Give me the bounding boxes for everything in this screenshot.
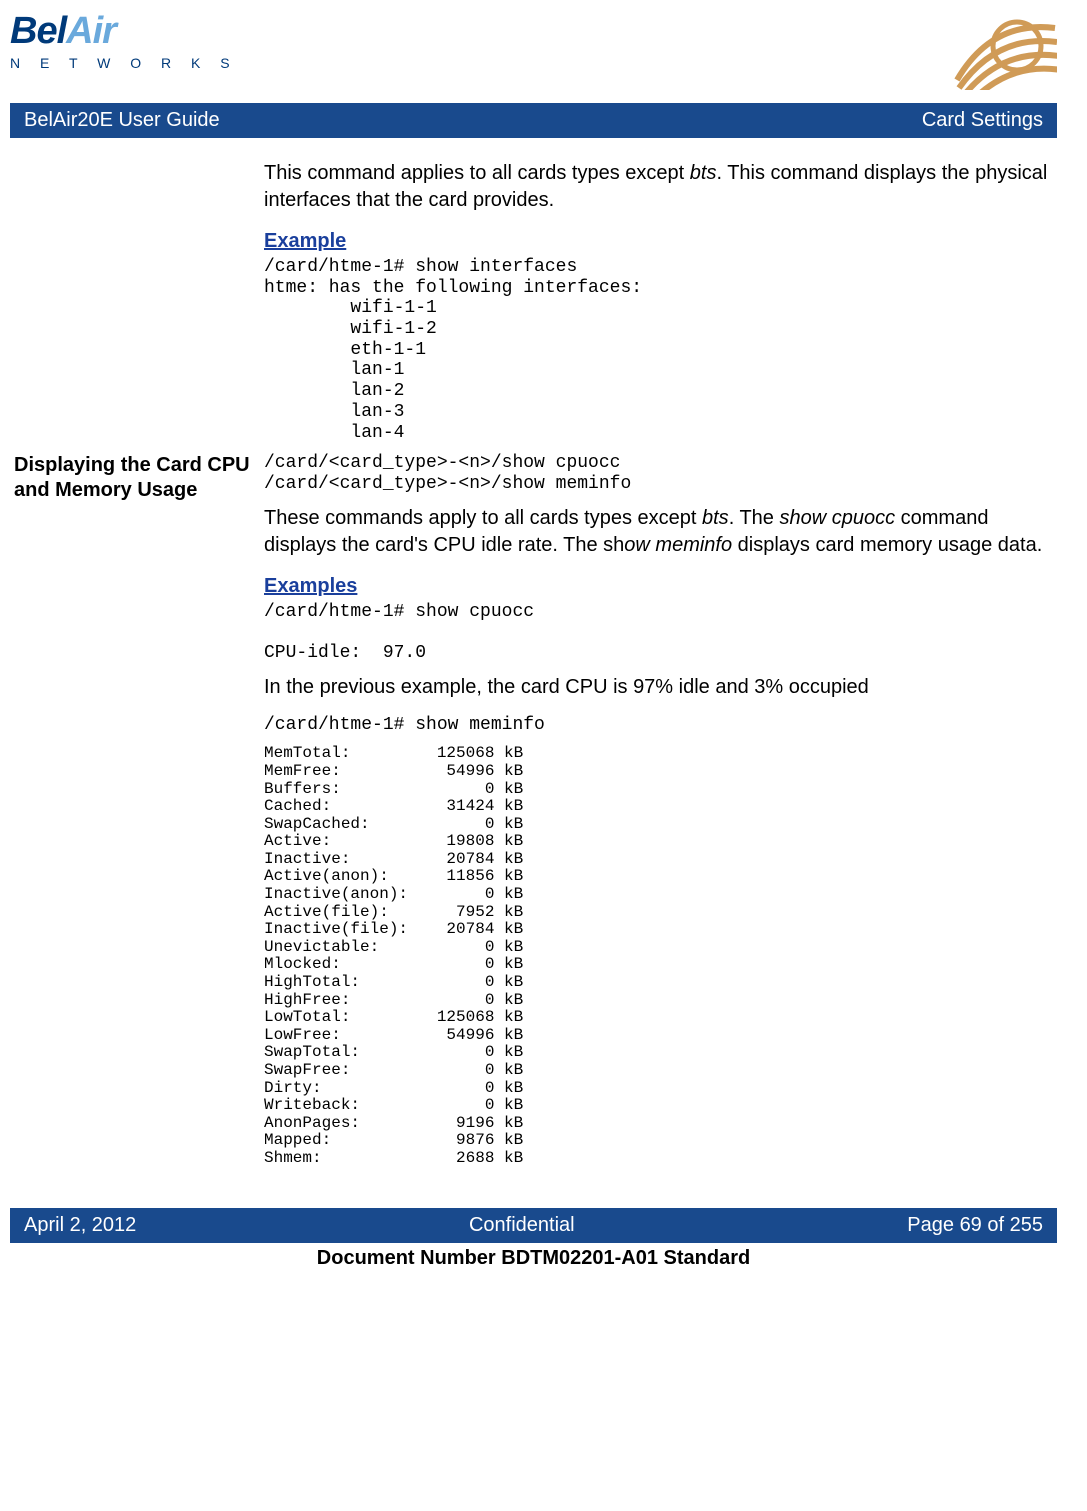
section-title: Card Settings xyxy=(922,109,1043,132)
example-heading-1: Example xyxy=(264,228,1057,255)
footer-date: April 2, 2012 xyxy=(24,1214,136,1237)
example1-code: /card/htme-1# show interfaces htme: has … xyxy=(264,257,1057,443)
footer-banner: April 2, 2012 Confidential Page 69 of 25… xyxy=(10,1208,1057,1243)
intro-main: This command applies to all cards types … xyxy=(264,156,1057,453)
syntax-code: /card/<card_type>-<n>/show cpuocc /card/… xyxy=(264,453,1057,494)
s2-pre: These commands apply to all cards types … xyxy=(264,507,702,529)
logo-wordmark: BelAir xyxy=(10,10,238,53)
section2-block: Displaying the Card CPU and Memory Usage… xyxy=(10,453,1057,1177)
logo-sub: N E T W O R K S xyxy=(10,55,238,71)
intro-pre: This command applies to all cards types … xyxy=(264,162,690,184)
logo-part1: Bel xyxy=(10,10,66,53)
footer-confidential: Confidential xyxy=(469,1214,575,1237)
swirl-icon xyxy=(937,10,1057,95)
s2-post: displays card memory usage data. xyxy=(732,534,1042,556)
logo: BelAir N E T W O R K S xyxy=(10,10,238,71)
page-header: BelAir N E T W O R K S xyxy=(10,0,1057,103)
ex2-para: In the previous example, the card CPU is… xyxy=(264,674,1057,701)
title-banner: BelAir20E User Guide Card Settings xyxy=(10,103,1057,138)
s2-meminfo: ow meminfo xyxy=(624,534,732,556)
intro-bts: bts xyxy=(690,162,717,184)
ex2-code2: /card/htme-1# show meminfo xyxy=(264,715,1057,736)
section2-main: /card/<card_type>-<n>/show cpuocc /card/… xyxy=(264,453,1057,1177)
section2-para: These commands apply to all cards types … xyxy=(264,505,1057,559)
intro-block: This command applies to all cards types … xyxy=(10,156,1057,453)
examples-heading: Examples xyxy=(264,573,1057,600)
s2-mid1: . The xyxy=(729,507,780,529)
ex2-code3: MemTotal: 125068 kB MemFree: 54996 kB Bu… xyxy=(264,745,1057,1167)
logo-part2: Air xyxy=(66,10,116,53)
intro-text: This command applies to all cards types … xyxy=(264,160,1057,214)
document-number: Document Number BDTM02201-A01 Standard xyxy=(10,1243,1057,1278)
s2-bts: bts xyxy=(702,507,729,529)
ex2-code1: /card/htme-1# show cpuocc CPU-idle: 97.0 xyxy=(264,602,1057,664)
s2-cpuocc: show cpuocc xyxy=(779,507,895,529)
guide-title: BelAir20E User Guide xyxy=(24,109,220,132)
side-heading-cpu: Displaying the Card CPU and Memory Usage xyxy=(10,453,264,503)
footer-page: Page 69 of 255 xyxy=(907,1214,1043,1237)
page: BelAir N E T W O R K S BelAir20E User Gu… xyxy=(0,0,1087,1278)
